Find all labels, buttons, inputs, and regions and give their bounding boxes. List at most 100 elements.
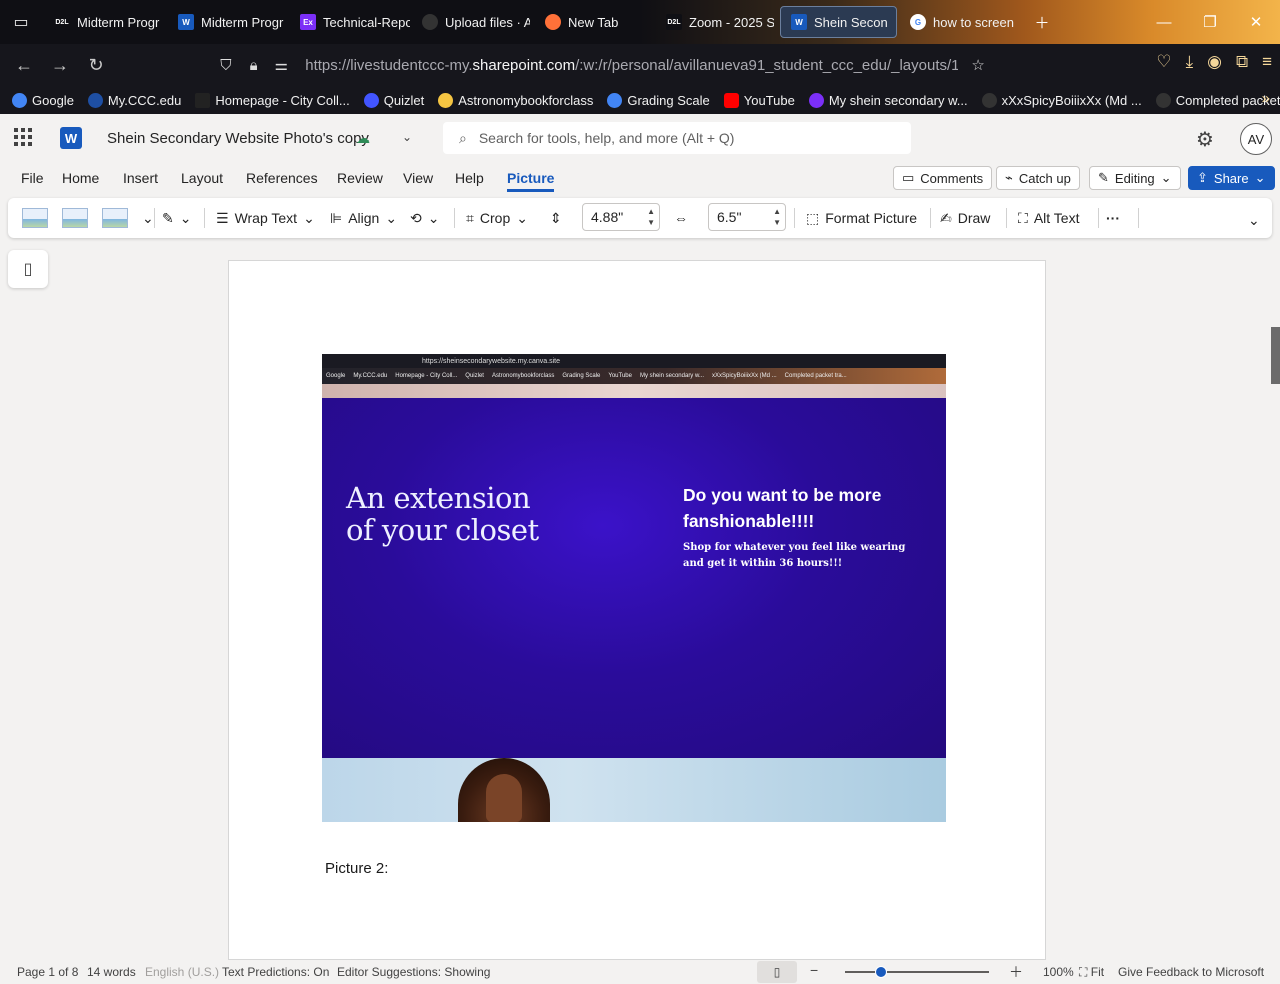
photo-right-heading: Do you want to be more fanshionable!!!! [683,485,882,531]
page-count[interactable]: Page 1 of 8 [17,965,78,979]
zoom-slider-knob[interactable] [875,966,887,978]
tab-label: Upload files · A [445,14,530,30]
more-options-button[interactable]: ··· [1106,206,1120,230]
download-icon[interactable]: ⤓ [1186,52,1194,72]
photo-person-face [486,774,522,822]
tab-overview-icon[interactable]: ▭ [0,0,42,44]
zoom-in-icon[interactable]: ＋ [1009,962,1023,982]
catch-up-button[interactable]: ⌁ Catch up [996,166,1080,190]
lock-icon[interactable]: 🔒︎ [242,57,266,74]
tab-view[interactable]: View [403,170,433,186]
align-button[interactable]: ⊫ Align ⌄ [330,206,397,230]
format-picture-button[interactable]: ⬚ Format Picture [806,206,917,230]
wrap-text-button[interactable]: ☰ Wrap Text ⌄ [216,206,315,230]
share-button[interactable]: ⇪ Share ⌄ [1188,166,1275,190]
width-stepper[interactable]: ▲ ▼ [773,206,781,228]
print-layout-icon[interactable]: ▯ [757,961,797,983]
navigation-pane-icon[interactable]: ▯ [8,250,48,288]
rotate-button[interactable]: ⟲ ⌄ [410,206,439,230]
tab-help[interactable]: Help [455,170,484,186]
picture-caption[interactable]: Picture 2: [325,860,388,877]
chevron-double-right-icon[interactable]: » [1262,90,1270,107]
tab-references[interactable]: References [246,170,318,186]
document-title[interactable]: Shein Secondary Website Photo's copy [107,130,369,147]
feedback-link[interactable]: Give Feedback to Microsoft [1118,965,1264,979]
tab-home[interactable]: Home [62,170,99,186]
bookmark-item[interactable]: My.CCC.edu [87,92,181,108]
crop-button[interactable]: ⌗ Crop ⌄ [466,206,528,230]
browser-tab[interactable]: D2L Zoom - 2025 S [656,6,774,38]
fit-button[interactable]: ⛶ Fit [1079,965,1104,980]
tab-layout[interactable]: Layout [181,170,223,186]
chevron-down-icon[interactable]: ⌄ [402,130,412,144]
bookmark-item[interactable]: YouTube [723,92,795,108]
browser-tab[interactable]: D2L Midterm Progr [44,6,168,38]
browser-tab[interactable]: Ex Technical-Repo [290,6,410,38]
extensions-icon[interactable]: ⧉ [1236,52,1248,72]
bookmark-item[interactable]: xXxSpicyBoiiixXx (Md ... [981,92,1142,108]
ribbon-tabs: File Home Insert Layout References Revie… [0,164,1280,194]
bookmark-item[interactable]: Astronomybookforclass [438,92,593,108]
shield-icon[interactable]: ⛉ [214,57,238,74]
word-header: W Shein Secondary Website Photo's copy ☁… [0,114,1280,164]
picture-style-2[interactable] [62,208,88,228]
height-input[interactable]: 4.88" ▲ ▼ [582,203,660,231]
vertical-scrollbar-thumb[interactable] [1271,327,1280,384]
menu-icon[interactable]: ≡ [1262,52,1272,72]
editor-suggestions-status[interactable]: Editor Suggestions: Showing [337,965,490,979]
height-stepper[interactable]: ▲ ▼ [647,206,655,228]
tab-insert[interactable]: Insert [123,170,158,186]
language-status[interactable]: English (U.S.) [145,965,219,979]
bookmark-item[interactable]: Homepage - City Coll... [195,92,350,108]
editing-mode-button[interactable]: ✎ Editing ⌄ [1089,166,1181,190]
minimize-icon[interactable]: — [1148,8,1180,36]
browser-tab[interactable]: Upload files · A [412,6,530,38]
browser-tab[interactable]: W Midterm Progr [168,6,284,38]
account-icon[interactable]: ◉ [1207,52,1222,72]
alt-text-button[interactable]: ⛶ Alt Text [1018,206,1079,230]
app-launcher-icon[interactable] [14,128,32,146]
forward-icon[interactable]: → [46,52,74,78]
gear-icon[interactable]: ⚙ [1196,127,1214,152]
inserted-picture[interactable]: https://sheinsecondarywebsite.my.canva.s… [322,354,946,822]
saved-cloud-icon[interactable]: ☁ [356,130,370,147]
picture-style-3[interactable] [102,208,128,228]
draw-button[interactable]: ✍ Draw [940,206,990,230]
zoom-slider[interactable] [845,966,989,978]
zoom-out-icon[interactable]: − [810,962,818,978]
back-icon[interactable]: ← [10,52,38,78]
search-box[interactable]: ⌕ Search for tools, help, and more (Alt … [443,122,911,154]
new-tab-icon[interactable]: ＋ [1026,8,1058,36]
tab-file[interactable]: File [21,170,44,186]
collapse-ribbon-icon[interactable]: ⌄ [1248,208,1260,232]
permissions-icon[interactable]: ⚌ [270,56,294,74]
picture-style-1[interactable] [22,208,48,228]
reload-icon[interactable]: ↻ [82,52,110,78]
text-predictions-status[interactable]: Text Predictions: On [222,965,329,979]
chevron-down-icon[interactable]: ⌄ [142,210,154,227]
star-icon[interactable]: ☆ [966,56,990,74]
bookmark-item[interactable]: Quizlet [363,92,424,108]
browser-tab-active[interactable]: W Shein Secon ✕ [780,6,897,38]
browser-tab[interactable]: G how to screen [900,6,1022,38]
word-logo-icon[interactable]: W [60,127,82,149]
zoom-level[interactable]: 100% [1043,965,1074,979]
tab-picture[interactable]: Picture [507,170,555,192]
restore-icon[interactable]: ❐ [1194,8,1226,36]
pocket-icon[interactable]: ♡ [1156,52,1171,72]
close-window-icon[interactable]: ✕ [1240,8,1272,36]
bookmark-item[interactable]: Google [12,92,74,108]
comments-button[interactable]: ▭ Comments [893,166,993,190]
width-input[interactable]: 6.5" ▲ ▼ [708,203,786,231]
search-input[interactable]: Search for tools, help, and more (Alt + … [479,130,735,146]
avatar[interactable]: AV [1240,123,1272,155]
word-count[interactable]: 14 words [87,965,136,979]
bookmark-item[interactable]: Grading Scale [607,92,710,108]
address-bar[interactable]: ⛉ 🔒︎ ⚌ https://livestudentccc-my.sharepo… [214,49,994,81]
bookmark-item[interactable]: My shein secondary w... [808,92,968,108]
picture-border-button[interactable]: ✎ ⌄ [162,206,191,230]
url-text[interactable]: https://livestudentccc-my.sharepoint.com… [305,57,958,74]
browser-tab[interactable]: New Tab [535,6,655,38]
tab-review[interactable]: Review [337,170,383,186]
close-tab-icon[interactable]: ✕ [895,14,896,31]
